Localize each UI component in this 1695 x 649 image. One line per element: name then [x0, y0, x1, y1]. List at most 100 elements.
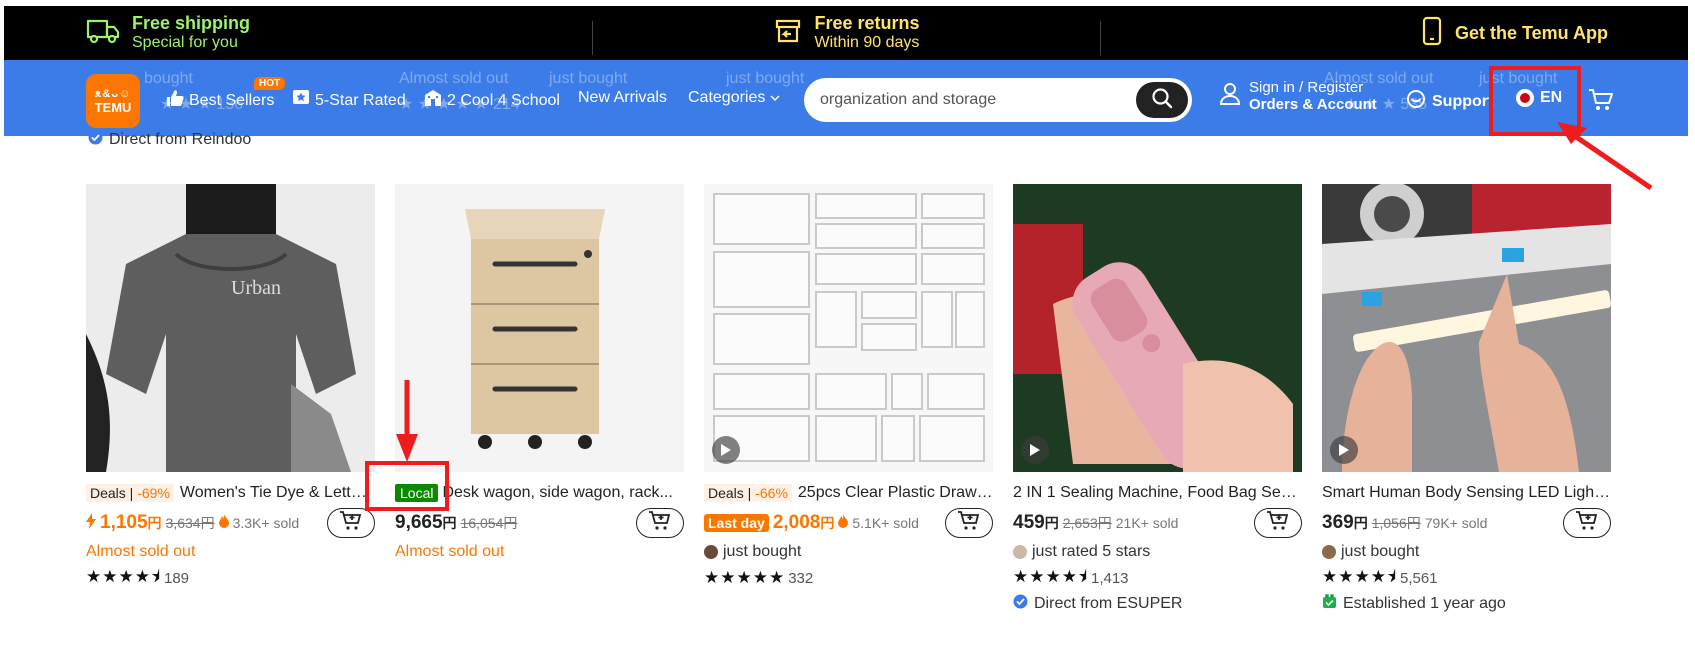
- store-badge-icon: [1322, 594, 1337, 614]
- product-price: 2,008円: [772, 512, 835, 533]
- logo-glyphs: ᴥ&ᴗ☺: [94, 88, 132, 100]
- stock-status: Almost sold out: [86, 543, 196, 560]
- sold-count: 5.1K+ sold: [852, 515, 919, 531]
- add-to-cart-button[interactable]: [1254, 508, 1302, 538]
- search-button[interactable]: [1136, 82, 1188, 118]
- activity-status: just bought: [704, 540, 993, 564]
- product-price: 1,105円: [100, 512, 162, 533]
- logo-text: TEMU: [94, 100, 132, 115]
- shipping-title: Free shipping: [132, 13, 251, 33]
- promo-get-app[interactable]: Get the Temu App: [1101, 16, 1688, 51]
- video-play-icon[interactable]: [1021, 436, 1049, 464]
- product-title-text: Smart Human Body Sensing LED Light Bar: [1322, 484, 1611, 501]
- promo-free-returns[interactable]: Free returns Within 90 days: [593, 13, 1101, 55]
- activity-text: just rated 5 stars: [1032, 543, 1151, 560]
- product-image[interactable]: [1013, 184, 1302, 472]
- product-image[interactable]: [704, 184, 993, 472]
- product-image[interactable]: Urban: [86, 184, 375, 472]
- ghost-text: Almost sold out: [399, 70, 509, 87]
- deal-badge: Deals | -69%: [86, 484, 174, 502]
- original-price: 1,056円: [1371, 515, 1421, 531]
- rating-count: 332: [788, 569, 814, 587]
- cart-button[interactable]: [1588, 88, 1614, 117]
- school-icon: [424, 89, 442, 112]
- deal-badge: Deals | -66%: [704, 484, 792, 502]
- price-row: 9,665円 16,054円: [395, 508, 684, 538]
- seller-info: Direct from ESUPER: [1013, 592, 1302, 616]
- video-play-icon[interactable]: [1330, 436, 1358, 464]
- nav-five-star[interactable]: 5-Star Rated: [292, 89, 406, 112]
- product-title-text: 2 IN 1 Sealing Machine, Food Bag Sealer: [1013, 484, 1302, 501]
- price-row: 459円 2,653円 21K+ sold: [1013, 508, 1302, 538]
- add-to-cart-button[interactable]: [636, 508, 684, 538]
- verified-icon: [88, 130, 103, 150]
- rating-count: 1,413: [1090, 569, 1129, 587]
- support-link[interactable]: Support: [1406, 89, 1493, 114]
- product-title[interactable]: Deals | -69% Women's Tie Dye & Letter Pr…: [86, 482, 375, 504]
- annotation-arrow-local: [396, 380, 418, 462]
- product-price: 369円: [1322, 512, 1368, 533]
- svg-text:Urban: Urban: [231, 277, 281, 299]
- nav-school[interactable]: 2 Cool 4 School: [424, 89, 560, 112]
- best-sellers-label: Best Sellers: [189, 91, 275, 109]
- main-nav: bought ★ ★ ★ 136 Almost sold out just bo…: [4, 60, 1688, 136]
- add-cart-icon: [339, 510, 363, 536]
- nav-categories[interactable]: Categories: [688, 89, 780, 107]
- promo-banner: Free shipping Special for you Free retur…: [4, 6, 1688, 60]
- flame-icon: [218, 513, 229, 533]
- app-title: Get the Temu App: [1454, 22, 1608, 43]
- support-label: Support: [1432, 92, 1494, 110]
- nav-new-arrivals[interactable]: New Arrivals: [578, 89, 667, 107]
- buyer-avatar: [704, 545, 718, 559]
- promo-free-shipping[interactable]: Free shipping Special for you: [4, 13, 594, 55]
- product-card[interactable]: Deals | -66% 25pcs Clear Plastic Drawer …: [704, 184, 993, 590]
- direct-from-label: Direct from Reindoo: [109, 131, 252, 148]
- star-rating-icon: ★★★★⯨: [1322, 566, 1397, 586]
- truck-icon: [86, 17, 120, 50]
- video-play-icon[interactable]: [712, 436, 740, 464]
- ghost-text: bought: [144, 70, 193, 87]
- star-rating-icon: ★★★★⯨: [86, 566, 161, 586]
- product-price: 9,665円: [395, 512, 457, 533]
- returns-title: Free returns: [814, 13, 920, 33]
- product-card[interactable]: Urban Deals | -69% Women's Tie Dye & Let…: [86, 184, 375, 590]
- annotation-box-local: [365, 461, 449, 511]
- product-title-text: 25pcs Clear Plastic Drawer Organizers: [797, 484, 993, 501]
- sign-in-link[interactable]: Sign in / Register Orders & Account: [1219, 79, 1377, 113]
- star-badge-icon: [292, 89, 310, 112]
- school-label: 2 Cool 4 School: [447, 91, 560, 109]
- star-rating-icon: ★★★★⯨: [1013, 566, 1088, 586]
- product-title[interactable]: Deals | -66% 25pcs Clear Plastic Drawer …: [704, 482, 993, 504]
- product-image[interactable]: [395, 184, 684, 472]
- search-bar: [804, 78, 1192, 122]
- chevron-down-icon: [770, 89, 780, 107]
- orders-account-label: Orders & Account: [1249, 96, 1377, 113]
- rating-count: 5,561: [1399, 569, 1438, 587]
- product-title[interactable]: 2 IN 1 Sealing Machine, Food Bag Sealer: [1013, 482, 1302, 504]
- price-row: 1,105円 3,634円 3.3K+ sold: [86, 508, 375, 538]
- product-card[interactable]: Smart Human Body Sensing LED Light Bar 3…: [1322, 184, 1611, 616]
- cart-icon: [1588, 89, 1614, 116]
- original-price: 2,653円: [1062, 515, 1112, 531]
- search-input[interactable]: [820, 91, 1120, 109]
- shipping-subtitle: Special for you: [132, 34, 238, 51]
- add-to-cart-button[interactable]: [327, 508, 375, 538]
- product-title[interactable]: Smart Human Body Sensing LED Light Bar: [1322, 482, 1611, 504]
- buyer-avatar: [1322, 545, 1336, 559]
- buyer-avatar: [1013, 545, 1027, 559]
- product-image[interactable]: [1322, 184, 1611, 472]
- nav-best-sellers[interactable]: Best Sellers: [166, 89, 274, 112]
- add-to-cart-button[interactable]: [945, 508, 993, 538]
- product-card[interactable]: 2 IN 1 Sealing Machine, Food Bag Sealer …: [1013, 184, 1302, 616]
- phone-icon: [1421, 16, 1443, 51]
- temu-logo[interactable]: ᴥ&ᴗ☺ TEMU: [86, 74, 140, 128]
- sold-count: 21K+ sold: [1115, 515, 1179, 531]
- price-row: Last day 2,008円 5.1K+ sold: [704, 508, 993, 538]
- seller-text: Established 1 year ago: [1343, 595, 1506, 612]
- add-to-cart-button[interactable]: [1563, 508, 1611, 538]
- rating: ★★★★★ 332: [704, 566, 993, 590]
- product-price: 459円: [1013, 512, 1059, 533]
- add-cart-icon: [1575, 510, 1599, 536]
- categories-label: Categories: [688, 89, 766, 106]
- user-icon: [1219, 82, 1241, 111]
